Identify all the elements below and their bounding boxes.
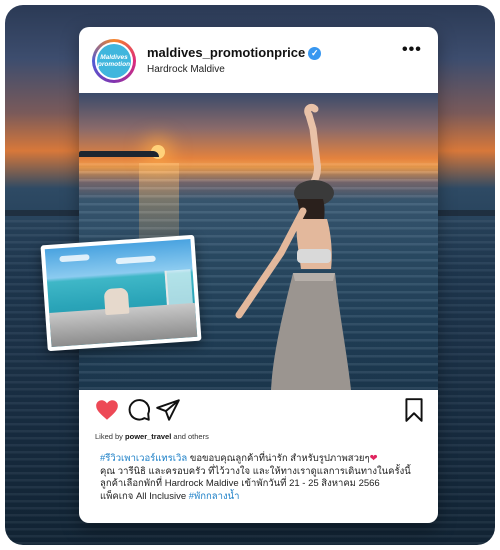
more-options-icon[interactable]: ••• <box>402 41 422 59</box>
heart-icon[interactable] <box>94 397 120 423</box>
send-icon[interactable] <box>155 397 181 423</box>
hashtag-overwater[interactable]: #พักกลางน้ำ <box>189 491 240 502</box>
inset-photo-couple[interactable] <box>40 234 202 352</box>
post-actions <box>79 397 438 427</box>
island-silhouette <box>79 151 159 157</box>
verified-badge-icon: ✓ <box>308 47 322 60</box>
woman-figure <box>235 103 351 390</box>
liked-by-text: Liked by power_travel and others <box>95 432 209 441</box>
avatar-logo: Maldives promotion <box>97 44 131 78</box>
bookmark-icon[interactable] <box>401 397 427 423</box>
username-text[interactable]: maldives_promotionprice <box>147 45 305 60</box>
post-location[interactable]: Hardrock Maldive <box>147 64 225 75</box>
post-caption: #รีวิวเพาเวอร์แทรเวิล ขอขอบคุณลูกค้าที่น… <box>100 453 411 502</box>
comment-icon[interactable] <box>126 397 152 423</box>
post-header: Maldives promotion maldives_promotionpri… <box>79 27 438 93</box>
couple-figure <box>103 287 130 316</box>
liked-by-user[interactable]: power_travel <box>125 432 171 441</box>
avatar[interactable]: Maldives promotion <box>92 39 136 83</box>
heart-emoji-icon: ❤ <box>369 453 378 464</box>
hashtag-review[interactable]: #รีวิวเพาเวอร์แทรเวิล <box>100 453 187 464</box>
username[interactable]: maldives_promotionprice ✓ <box>147 45 322 60</box>
